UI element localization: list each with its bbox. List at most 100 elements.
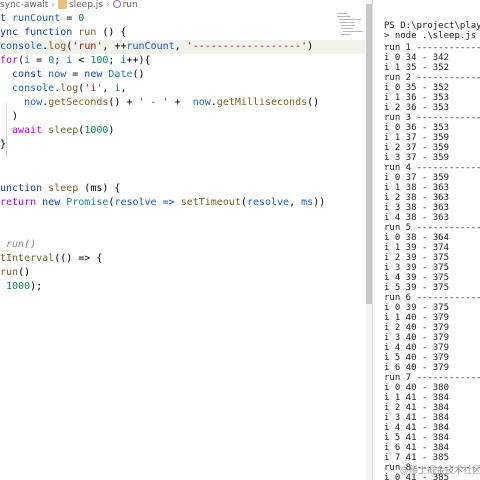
code-token: runCount	[12, 13, 61, 24]
code-line[interactable]: now.getSeconds() + ' - ' + now.getMillis…	[0, 96, 365, 110]
terminal-run-header: run 6 ------------------	[384, 293, 480, 303]
terminal-output-line: i 4 38 - 363	[384, 213, 450, 223]
terminal-output-line: i 7 41 - 385	[384, 453, 450, 463]
terminal-run-header: run 3 ------------------	[384, 113, 480, 123]
terminal-output-line: i 0 38 - 364	[384, 233, 450, 243]
code-line[interactable]: )	[0, 110, 365, 124]
code-line[interactable]: return new Promise(resolve => setTimeout…	[0, 196, 365, 210]
code-token: log	[48, 41, 67, 52]
code-token: tInterval	[0, 253, 55, 264]
terminal-output-line: i 4 41 - 384	[384, 423, 450, 433]
code-token: new	[42, 197, 67, 208]
terminal-output-line: i 1 37 - 359	[384, 133, 450, 143]
code-line[interactable]: tInterval(() => {	[0, 252, 365, 266]
terminal-output-line: i 0 36 - 353	[384, 123, 450, 133]
js-file-icon	[57, 0, 67, 9]
terminal-output-line: i 0 40 - 380	[384, 383, 450, 393]
terminal-output-line: i 2 36 - 353	[384, 103, 450, 113]
code-token: ))	[313, 197, 326, 208]
terminal-output-line: i 2 37 - 359	[384, 143, 450, 153]
code-token: Promise	[66, 197, 109, 208]
code-line[interactable]: console.log('i', i,	[0, 82, 365, 96]
code-token: () {	[96, 27, 127, 38]
terminal-output-line: i 3 37 - 359	[384, 153, 450, 163]
breadcrumb-separator: ›	[105, 0, 110, 10]
terminal-run-header: run 7 ------------------	[384, 373, 480, 383]
code-token: ,	[120, 83, 127, 94]
code-token: +	[168, 97, 193, 108]
code-line[interactable]: 1000);	[0, 280, 365, 294]
code-token: )	[307, 41, 314, 52]
code-line[interactable]: await sleep(1000)	[0, 124, 365, 138]
code-line[interactable]: run()	[0, 238, 365, 252]
breadcrumb-symbol[interactable]: run	[112, 0, 138, 11]
code-token: )	[0, 111, 19, 122]
minimap-line	[341, 25, 355, 26]
code-token: <	[72, 55, 91, 66]
code-line[interactable]	[0, 224, 365, 238]
code-token: await	[0, 125, 49, 136]
terminal-run-header: run 1 ------------------	[384, 43, 480, 53]
code-token: ()	[132, 69, 145, 80]
terminal-output-line: i 1 39 - 374	[384, 243, 450, 253]
code-token: =	[60, 13, 79, 24]
terminal-output-line: i 0 39 - 375	[384, 303, 450, 313]
minimap-line	[341, 34, 351, 35]
terminal-output-line: i 0 34 - 342	[384, 53, 450, 63]
terminal-output-line: i 1 40 - 379	[384, 313, 450, 323]
code-token: ync	[0, 27, 25, 38]
terminal-output-line: i 3 41 - 384	[384, 413, 450, 423]
code-line[interactable]: t runCount = 0	[0, 12, 365, 26]
breadcrumb-folder[interactable]: sync-await	[0, 0, 48, 11]
terminal-run-header: run 2 ------------------	[384, 73, 480, 83]
code-line[interactable]: const now = new Date()	[0, 68, 365, 82]
code-token: )	[108, 125, 115, 136]
terminal-output-line: i 2 38 - 363	[384, 193, 450, 203]
code-token: function	[24, 27, 79, 38]
code-token: now	[0, 97, 43, 108]
code-editor[interactable]: t runCount = 0 ync function run () {conso…	[0, 12, 365, 480]
code-token: run	[78, 27, 97, 38]
code-token: ms	[301, 197, 314, 208]
breadcrumb-file-label: sleep.js	[68, 0, 103, 10]
code-token: =	[30, 55, 49, 66]
code-token: now	[192, 97, 211, 108]
minimap[interactable]	[335, 12, 365, 52]
code-token: =	[66, 69, 85, 80]
minimap-line	[339, 19, 361, 20]
code-token: ' - '	[138, 97, 169, 108]
code-line[interactable]: unction sleep (ms) {	[0, 182, 365, 196]
breadcrumb-file[interactable]: sleep.js	[57, 0, 103, 12]
terminal-panel[interactable]: PS D:\project\playgrou > node .\sleep.js…	[373, 0, 480, 480]
code-line[interactable]: ync function run () {	[0, 26, 365, 40]
code-token: ,	[102, 83, 115, 94]
terminal-output-line: i 1 36 - 353	[384, 93, 450, 103]
code-token: console	[0, 83, 55, 94]
terminal-output-line: i 4 40 - 379	[384, 343, 450, 353]
code-token: () +	[108, 97, 139, 108]
breadcrumb-symbol-label: run	[122, 0, 138, 10]
code-line[interactable]	[0, 152, 365, 166]
code-token: getSeconds	[48, 97, 109, 108]
code-token: );	[30, 281, 43, 292]
function-icon	[112, 0, 121, 8]
code-token: ()	[307, 97, 320, 108]
code-token: ++){	[126, 55, 151, 66]
code-line[interactable]	[0, 210, 365, 224]
terminal-output-line: i 1 35 - 352	[384, 63, 450, 73]
terminal-output-line: i 2 39 - 375	[384, 253, 450, 263]
code-token: const	[0, 69, 49, 80]
code-token: , ++	[102, 41, 127, 52]
watermark: @稀土掘金技术社区	[400, 466, 480, 476]
code-line[interactable]: for(i = 0; i < 100; i++){	[0, 54, 365, 68]
code-token: sleep	[48, 125, 79, 136]
code-line[interactable]: }	[0, 138, 365, 152]
code-line[interactable]: run()	[0, 266, 365, 280]
code-line[interactable]: console.log('run', ++runCount, '--------…	[0, 40, 365, 54]
code-token: now	[48, 69, 67, 80]
code-token: sleep	[48, 183, 79, 194]
code-line[interactable]	[0, 166, 365, 180]
code-token: getMilliseconds	[216, 97, 308, 108]
code-token: 0	[78, 13, 85, 24]
code-token: 'run'	[72, 41, 103, 52]
